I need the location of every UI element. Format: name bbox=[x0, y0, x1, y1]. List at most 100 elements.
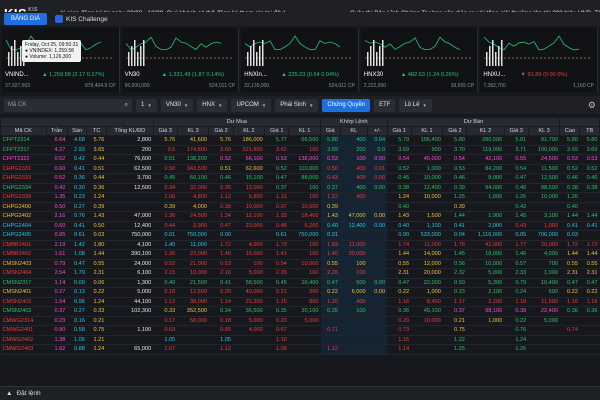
table-cell[interactable]: CFPT2317 bbox=[0, 145, 47, 155]
table-cell: 0.27 bbox=[46, 287, 68, 298]
table-cell: 6,200 bbox=[288, 221, 321, 231]
table-cell[interactable]: CHPG2333 bbox=[0, 173, 47, 184]
place-order-bar[interactable]: ▲ Đặt lệnh bbox=[0, 386, 600, 400]
column-header[interactable]: KL 1 bbox=[410, 126, 444, 136]
table-cell[interactable]: CMBB2401 bbox=[0, 240, 47, 250]
filter-odd-lot[interactable]: Lô Lẻ ▼ bbox=[399, 98, 432, 112]
column-header[interactable]: Sàn bbox=[66, 126, 88, 136]
column-header[interactable]: KL bbox=[339, 126, 369, 136]
table-cell[interactable]: CHPG2405 bbox=[0, 230, 47, 241]
table-cell: 0.41 bbox=[442, 221, 467, 231]
table-cell[interactable]: CMSN2403 bbox=[0, 306, 47, 317]
table-cell[interactable]: CMSN2403 bbox=[0, 259, 47, 269]
column-header[interactable]: Giá 2 bbox=[208, 126, 234, 136]
column-header[interactable]: +/- bbox=[367, 126, 388, 136]
table-row[interactable]: CHPG2405 0.95 0.61 0.03 750,000 0.01 750,000 0.… bbox=[0, 230, 600, 241]
table-row[interactable]: CMWG2314 0.23 0.16 0.21 0.17 58,000 0.18 5,000 0… bbox=[0, 316, 600, 326]
table-cell[interactable]: CMSN2401 bbox=[0, 287, 47, 298]
table-cell: 2.31 bbox=[559, 268, 580, 279]
table-row[interactable]: CHPG2402 2.16 0.76 1.43 47,000 1.36 24,500 1.34… bbox=[0, 211, 600, 222]
table-cell[interactable]: CMWG2401 bbox=[0, 325, 47, 336]
filter-etf[interactable]: ETF bbox=[374, 98, 396, 112]
table-cell: 0.03 bbox=[559, 230, 580, 241]
index-chart[interactable]: VNIND... ▲ 1,259.58 (2.17 0.17%) 37,927,… bbox=[2, 28, 120, 92]
column-header[interactable]: Tổng KL/ĐD bbox=[105, 126, 154, 136]
column-header[interactable]: Giá 3 bbox=[503, 126, 529, 136]
table-row[interactable]: CHPG2339 1.35 0.23 1.24 1.06 4,800 1.12 6,800 1.… bbox=[0, 192, 600, 203]
table-cell: 0.20 bbox=[208, 287, 234, 298]
table-cell[interactable]: CHPG2331 bbox=[0, 164, 47, 174]
filter-derivatives[interactable]: Phái Sinh ▼ bbox=[275, 98, 319, 112]
table-cell: 0.67 bbox=[264, 325, 289, 336]
table-cell: 700 bbox=[528, 259, 560, 269]
table-row[interactable]: CMBB2402 1.61 1.08 1.44 390,100 1.36 23,000 1.4… bbox=[0, 249, 600, 260]
filter-count-select[interactable]: 1 ▼ bbox=[136, 98, 157, 112]
filter-vn30[interactable]: VN30 ▼ bbox=[160, 98, 194, 112]
column-header[interactable]: KL 3 bbox=[527, 126, 561, 136]
column-header[interactable]: Giá 1 bbox=[386, 126, 412, 136]
table-cell: 0.54 bbox=[442, 154, 467, 165]
table-cell: 1.07 bbox=[153, 344, 178, 355]
column-header[interactable]: Giá 1 bbox=[264, 126, 290, 136]
table-cell[interactable]: CMWG2402 bbox=[0, 335, 47, 345]
column-header[interactable]: Trần bbox=[45, 126, 68, 136]
table-cell[interactable]: CHPG2339 bbox=[0, 192, 47, 203]
table-cell bbox=[288, 335, 321, 345]
table-row[interactable]: CHPG2334 0.42 0.30 0.36 12,500 0.34 32,000 0.35… bbox=[0, 183, 600, 193]
index-chart[interactable]: VN30 ▲ 1,331.49 (1.87 0.14%) 96,000,000 … bbox=[121, 28, 240, 92]
table-row[interactable]: CMSN2403 0.37 0.27 0.33 102,300 0.33 352,500 0.… bbox=[0, 306, 600, 317]
column-header[interactable]: KL 2 bbox=[232, 126, 266, 136]
column-header[interactable]: TC bbox=[86, 126, 107, 136]
column-header[interactable]: KL 3 bbox=[176, 126, 210, 136]
table-cell[interactable]: CFPT2314 bbox=[0, 135, 47, 146]
column-header[interactable]: KL 2 bbox=[466, 126, 505, 136]
index-chart[interactable]: HNX30 ▲ 482.63 (1.24 0.26%) 2,222,000 39… bbox=[360, 28, 479, 92]
table-row[interactable]: CMSN2404 2.54 1.79 2.31 6,100 2.15 10,000 2.16 5… bbox=[0, 268, 600, 279]
column-header[interactable]: Cao bbox=[559, 126, 581, 136]
table-cell[interactable]: CMSN2404 bbox=[0, 268, 47, 279]
table-cell[interactable]: CHPG2400 bbox=[0, 202, 47, 212]
table-cell: 5.80 bbox=[442, 135, 467, 146]
column-header[interactable]: Giá 2 bbox=[442, 126, 468, 136]
index-chart[interactable]: HNXU... ▼ 91.89 (0.00 0%) 7,382,700 1,16… bbox=[480, 28, 598, 92]
challenge-link[interactable]: KIS Challenge bbox=[55, 15, 108, 23]
table-row[interactable]: CHPG2400 0.50 0.27 0.39 0.39 4,000 0.38 10,000 0… bbox=[0, 202, 600, 212]
table-cell[interactable]: CMSN2402 bbox=[0, 297, 47, 307]
table-row[interactable]: CHPG2331 0.60 0.41 0.51 62,500 0.50 343,500 0.5… bbox=[0, 164, 600, 174]
table-row[interactable]: CMWG2403 1.62 0.88 1.24 65,000 1.07 1.12 1.09 1.… bbox=[0, 344, 600, 355]
table-cell: 3.70 bbox=[442, 145, 467, 155]
table-row[interactable]: CMSN2401 0.27 0.13 0.22 5,000 0.18 12,600 0.20 4… bbox=[0, 287, 600, 298]
column-header[interactable]: Giá 3 bbox=[152, 126, 178, 136]
table-row[interactable]: CMSN2402 1.54 0.96 1.24 44,100 1.12 38,000 1.14… bbox=[0, 297, 600, 307]
table-row[interactable]: CFPT2322 0.52 0.42 0.44 76,600 0.51 138,200 0.5… bbox=[0, 154, 600, 165]
filter-upcom[interactable]: UPCOM ▼ bbox=[231, 98, 272, 112]
table-row[interactable]: CHPG2404 0.60 0.41 0.50 12,400 0.44 2,900 0.47 2… bbox=[0, 221, 600, 231]
table-cell[interactable]: CMWG2314 bbox=[0, 316, 47, 326]
table-row[interactable]: CFPT2314 6.64 4.68 5.76 2,800 5.76 41,600 5.76 1… bbox=[0, 135, 600, 146]
table-row[interactable]: CMSN2403 0.79 0.47 0.55 24,000 0.52 21,000 0.53… bbox=[0, 259, 600, 269]
table-cell[interactable]: CHPG2334 bbox=[0, 183, 47, 193]
filter-warrants[interactable]: Chứng Quyền bbox=[322, 98, 371, 112]
column-header[interactable]: Mã CK bbox=[0, 126, 47, 136]
table-cell[interactable]: CMBB2402 bbox=[0, 249, 47, 260]
table-row[interactable]: CMSN2317 1.14 0.00 0.06 1,300 0.40 21,500 0.41 5… bbox=[0, 278, 600, 288]
table-row[interactable]: CMWG2402 1.38 1.05 1.21 1.05 1.05 1.10 1.15 1.22… bbox=[0, 335, 600, 345]
table-row[interactable]: CFPT2317 4.27 2.93 3.65 200 3.5 174,800 3.60 221… bbox=[0, 145, 600, 155]
table-row[interactable]: CMWG2401 0.90 0.58 0.75 1,100 0.63 0.65 4,000 0.… bbox=[0, 325, 600, 336]
search-input[interactable]: Mã CK ⌕ bbox=[4, 98, 132, 112]
table-cell[interactable]: CHPG2404 bbox=[0, 221, 47, 231]
table-cell[interactable]: CHPG2402 bbox=[0, 211, 47, 222]
table-cell[interactable]: CFPT2322 bbox=[0, 154, 47, 165]
table-row[interactable]: CHPG2333 0.52 0.36 0.44 3,700 0.45 60,100 0.46 1… bbox=[0, 173, 600, 184]
price-board-button[interactable]: BẢNG GIÁ bbox=[4, 13, 48, 25]
gear-icon[interactable]: ⚙ bbox=[588, 100, 596, 111]
table-cell: 30,000 bbox=[340, 249, 368, 260]
filter-hnx[interactable]: HNX ▼ bbox=[197, 98, 228, 112]
table-cell[interactable]: CMSN2317 bbox=[0, 278, 47, 288]
column-header[interactable]: KL 1 bbox=[288, 126, 322, 136]
column-header[interactable]: TB bbox=[579, 126, 600, 136]
column-header[interactable]: Giá bbox=[320, 126, 341, 136]
index-chart[interactable]: HNXIn... ▲ 225.23 (0.64 0.04%) 22,135,00… bbox=[241, 28, 359, 92]
table-cell[interactable]: CMWG2403 bbox=[0, 344, 47, 355]
table-row[interactable]: CMBB2401 2.19 1.42 1.80 4,100 1.40 11,000 1.72 4… bbox=[0, 240, 600, 250]
